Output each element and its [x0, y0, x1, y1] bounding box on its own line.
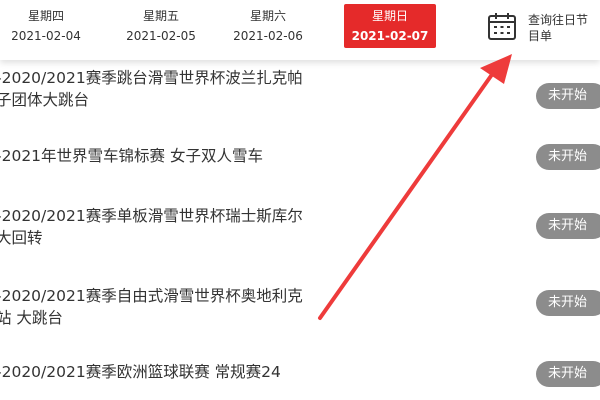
history-button-label: 查询往日节目单 [528, 13, 589, 43]
status-badge[interactable]: 未开始 [536, 144, 600, 170]
event-list: -2020/2021赛季跳台滑雪世界杯波兰扎克帕 子团体大跳台 未开始 -2021… [0, 60, 600, 400]
day-tab-sunday[interactable]: 星期日 2021-02-07 [344, 4, 436, 48]
day-tab-weekday: 星期日 [371, 9, 408, 23]
day-tab-date: 2021-02-04 [11, 29, 81, 43]
day-tab-date: 2021-02-07 [351, 29, 429, 43]
event-title: -2021年世界雪车锦标赛 女子双人雪车 [0, 147, 263, 165]
event-title: -2020/2021赛季欧洲篮球联赛 常规赛24 [0, 363, 281, 381]
status-badge[interactable]: 未开始 [536, 213, 600, 239]
day-tab-date: 2021-02-06 [233, 29, 303, 43]
day-tab-weekday: 星期六 [249, 9, 286, 23]
event-title: -2020/2021赛季跳台滑雪世界杯波兰扎克帕 子团体大跳台 [0, 69, 303, 109]
event-title: -2020/2021赛季单板滑雪世界杯瑞士斯库尔 大回转 [0, 207, 303, 247]
day-tab-thursday[interactable]: 星期四 2021-02-04 [0, 4, 92, 48]
day-tab-saturday[interactable]: 星期六 2021-02-06 [222, 4, 314, 48]
schedule-page: 星期四 2021-02-04 星期五 2021-02-05 星期六 2021-0… [0, 0, 600, 400]
date-tab-bar: 星期四 2021-02-04 星期五 2021-02-05 星期六 2021-0… [0, 0, 600, 60]
day-tab-weekday: 星期五 [142, 9, 179, 23]
calendar-icon [488, 13, 516, 40]
status-badge[interactable]: 未开始 [536, 361, 600, 387]
status-badge[interactable]: 未开始 [536, 290, 600, 316]
day-tab-weekday: 星期四 [27, 9, 64, 23]
status-badge[interactable]: 未开始 [536, 83, 600, 109]
event-title: -2020/2021赛季自由式滑雪世界杯奥地利克站 大跳台 [0, 287, 303, 327]
day-tab-date: 2021-02-05 [126, 29, 196, 43]
day-tab-friday[interactable]: 星期五 2021-02-05 [115, 4, 207, 48]
history-schedule-button[interactable]: 查询往日节目单 [482, 6, 600, 50]
